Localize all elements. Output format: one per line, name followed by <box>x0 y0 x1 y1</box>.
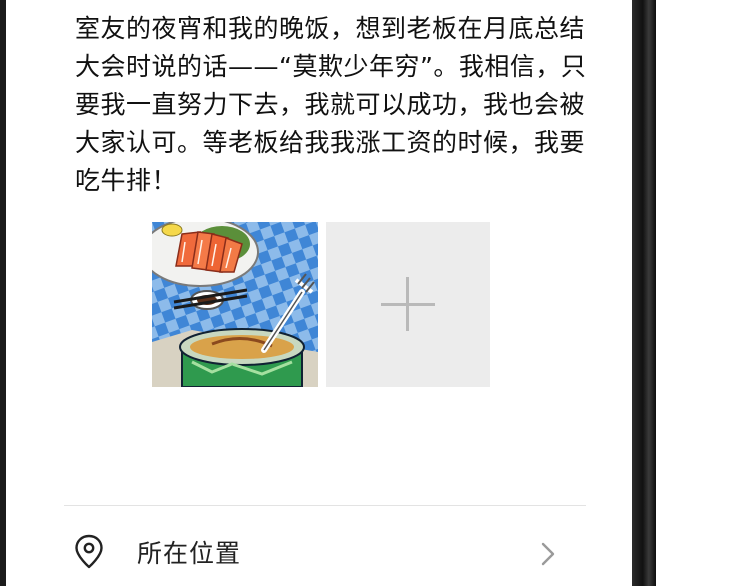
attached-photo-thumbnail[interactable] <box>152 222 318 387</box>
location-label: 所在位置 <box>137 539 242 568</box>
food-photo-icon <box>152 222 318 387</box>
background-margin <box>656 0 750 586</box>
section-divider <box>64 505 586 506</box>
location-pin-icon <box>75 534 103 569</box>
compose-moment-screen: 室友的夜宵和我的晚饭，想到老板在月底总结大会时说的话——“莫欺少年穷”。我相信，… <box>0 0 632 586</box>
chevron-right-icon <box>541 542 555 566</box>
phone-left-edge <box>0 0 6 586</box>
phone-bezel <box>632 0 656 586</box>
location-row[interactable]: 所在位置 <box>64 520 586 586</box>
add-photo-button[interactable] <box>326 222 490 387</box>
post-text-input[interactable]: 室友的夜宵和我的晚饭，想到老板在月底总结大会时说的话——“莫欺少年穷”。我相信，… <box>75 10 595 200</box>
